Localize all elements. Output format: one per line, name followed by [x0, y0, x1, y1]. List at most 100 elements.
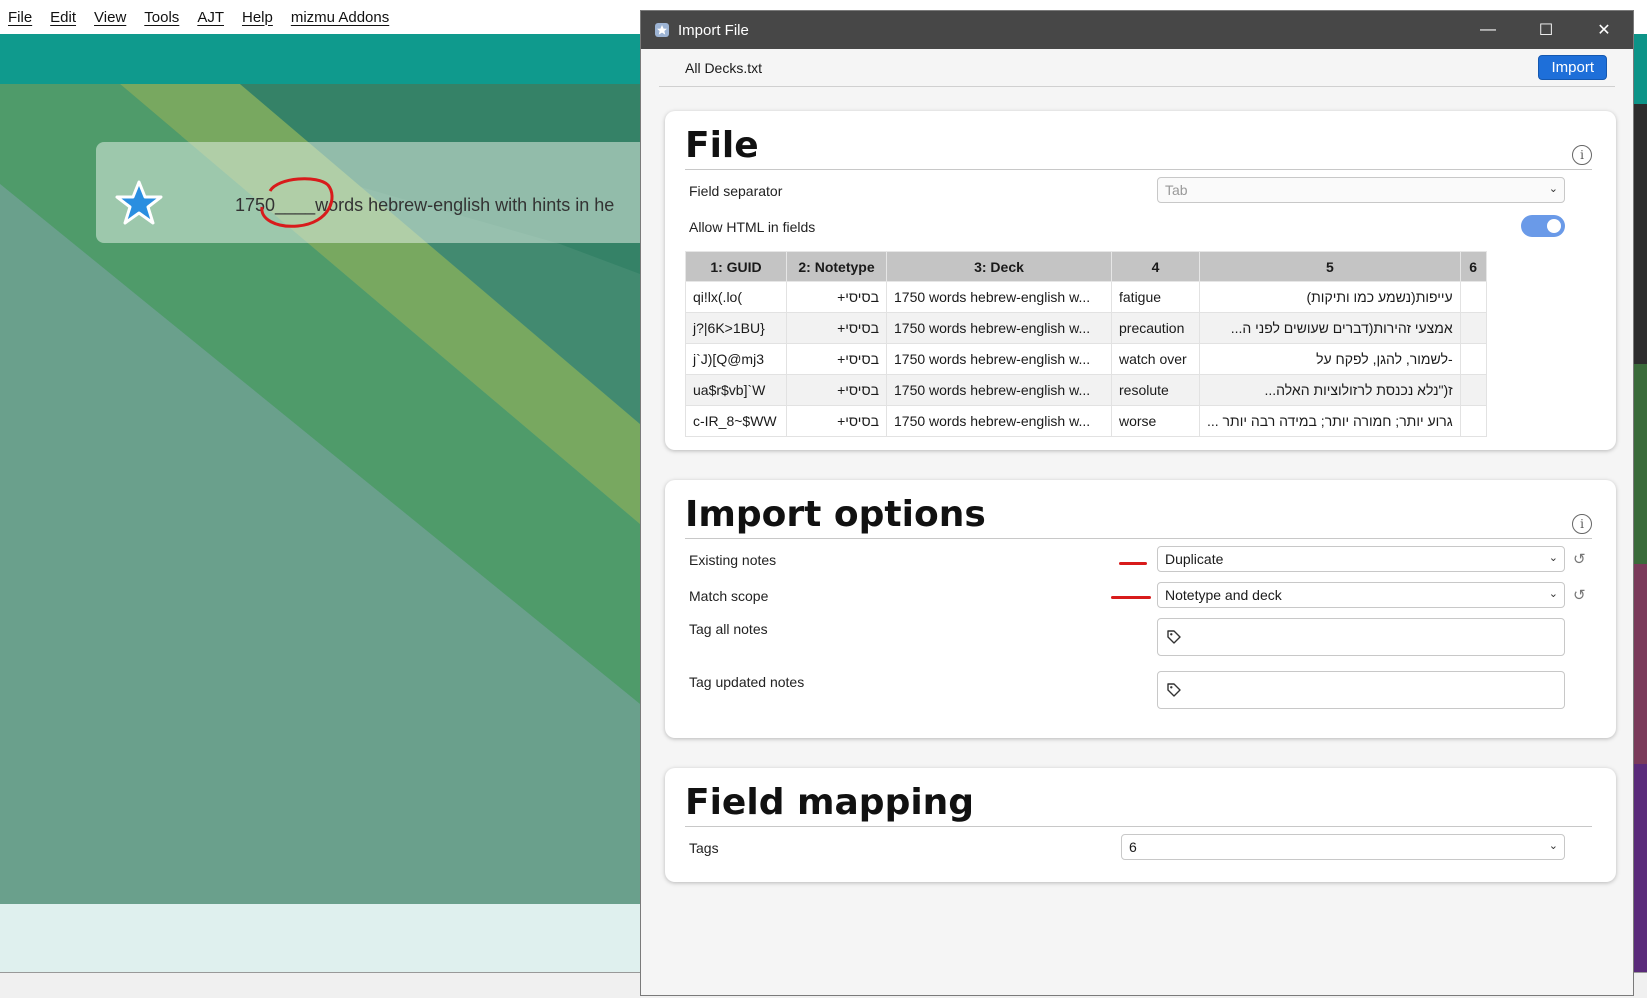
- match-scope-select[interactable]: Notetype and deck ⌄: [1157, 582, 1565, 608]
- revert-icon[interactable]: ↺: [1573, 586, 1586, 604]
- menu-view[interactable]: View: [94, 9, 126, 26]
- dialog-header: All Decks.txt Import: [659, 49, 1615, 87]
- table-cell: c-IR_8~$WW: [685, 405, 787, 437]
- table-cell: 1750 words hebrew-english w...: [886, 405, 1112, 437]
- chevron-down-icon: ⌄: [1548, 840, 1558, 852]
- table-row: j`J)[Q@mj3 בסיסי+ 1750 words hebrew-engl…: [685, 343, 1487, 375]
- chevron-down-icon: ⌄: [1548, 552, 1558, 564]
- dialog-title: Import File: [678, 21, 749, 39]
- table-cell: j`J)[Q@mj3: [685, 343, 787, 375]
- table-cell: j?|6K>1BU}: [685, 312, 787, 344]
- tag-updated-notes-label: Tag updated notes: [689, 674, 805, 690]
- existing-notes-value: Duplicate: [1165, 551, 1224, 567]
- column-header: 6: [1459, 251, 1487, 282]
- main-toolbar: [0, 34, 640, 84]
- table-cell: [1459, 281, 1487, 313]
- table-cell: בסיסי+: [786, 281, 887, 313]
- field-mapping-section: Field mapping Tags 6 ⌄: [665, 768, 1616, 882]
- table-row: ua$r$vb]`W בסיסי+ 1750 words hebrew-engl…: [685, 374, 1487, 406]
- existing-notes-label: Existing notes: [689, 552, 777, 568]
- tag-updated-notes-input[interactable]: [1157, 671, 1565, 709]
- table-cell: בסיסי+: [786, 343, 887, 375]
- table-cell: ז("נלא נכנסת לרזולוציות האלה...: [1199, 374, 1461, 406]
- table-cell: resolute: [1111, 374, 1200, 406]
- table-cell: עייפות(נשמע כמו ותיקות): [1199, 281, 1461, 313]
- column-header: 3: Deck: [886, 251, 1112, 282]
- table-cell: [1459, 343, 1487, 375]
- chevron-down-icon: ⌄: [1548, 588, 1558, 600]
- table-header-row: 1: GUID 2: Notetype 3: Deck 4 5 6: [685, 251, 1487, 282]
- table-cell: precaution: [1111, 312, 1200, 344]
- field-separator-value: Tab: [1165, 182, 1188, 198]
- menu-edit[interactable]: Edit: [50, 9, 76, 26]
- table-cell: ua$r$vb]`W: [685, 374, 787, 406]
- table-cell: בסיסי+: [786, 312, 887, 344]
- table-cell: qi!lx(.lo(: [685, 281, 787, 313]
- import-options-title: Import options: [685, 494, 986, 535]
- field-separator-select[interactable]: Tab ⌄: [1157, 177, 1565, 203]
- maximize-icon[interactable]: ☐: [1517, 11, 1575, 49]
- table-cell: worse: [1111, 405, 1200, 437]
- file-name: All Decks.txt: [685, 59, 763, 76]
- main-bottom-area: [0, 904, 640, 972]
- table-cell: -לשמור, להגן, לפקח על: [1199, 343, 1461, 375]
- file-preview-table: 1: GUID 2: Notetype 3: Deck 4 5 6 qi!lx(…: [685, 251, 1487, 437]
- table-cell: אמצעי זהירות(דברים שעושים לפני ה...: [1199, 312, 1461, 344]
- file-section-title: File: [685, 125, 759, 166]
- annotation-circle: [260, 177, 334, 228]
- menu-file[interactable]: File: [8, 9, 32, 26]
- import-dialog: Import File — ☐ ✕ All Decks.txt Import F…: [640, 10, 1634, 996]
- table-cell: watch over: [1111, 343, 1200, 375]
- dialog-titlebar: Import File — ☐ ✕: [641, 11, 1633, 49]
- table-cell: [1459, 374, 1487, 406]
- table-row: c-IR_8~$WW בסיסי+ 1750 words hebrew-engl…: [685, 405, 1487, 437]
- revert-icon[interactable]: ↺: [1573, 550, 1586, 568]
- file-section: File i Field separator Tab ⌄ Allow HTML …: [665, 111, 1616, 450]
- table-row: qi!lx(.lo( בסיסי+ 1750 words hebrew-engl…: [685, 281, 1487, 313]
- tags-mapping-value: 6: [1129, 839, 1137, 855]
- table-cell: בסיסי+: [786, 405, 887, 437]
- menu-mizmu-addons[interactable]: mizmu Addons: [291, 9, 389, 26]
- minimize-icon[interactable]: —: [1459, 11, 1517, 49]
- column-header: 5: [1199, 251, 1461, 282]
- table-row: j?|6K>1BU} בסיסי+ 1750 words hebrew-engl…: [685, 312, 1487, 344]
- table-cell: בסיסי+: [786, 374, 887, 406]
- chevron-down-icon: ⌄: [1548, 183, 1558, 195]
- deck-card[interactable]: [96, 142, 656, 243]
- tags-mapping-select[interactable]: 6 ⌄: [1121, 834, 1565, 860]
- menu-help[interactable]: Help: [242, 9, 273, 26]
- tag-all-notes-label: Tag all notes: [689, 621, 768, 637]
- tag-all-notes-input[interactable]: [1157, 618, 1565, 656]
- tag-icon: [1167, 630, 1181, 644]
- tags-mapping-label: Tags: [689, 840, 719, 856]
- table-cell: [1459, 312, 1487, 344]
- import-button[interactable]: Import: [1538, 55, 1607, 80]
- match-scope-label: Match scope: [689, 588, 769, 604]
- field-separator-label: Field separator: [689, 183, 783, 199]
- close-icon[interactable]: ✕: [1575, 11, 1633, 49]
- info-icon[interactable]: i: [1572, 145, 1592, 165]
- match-scope-value: Notetype and deck: [1165, 587, 1282, 603]
- table-cell: 1750 words hebrew-english w...: [886, 343, 1112, 375]
- menu-ajt[interactable]: AJT: [197, 9, 224, 26]
- allow-html-toggle[interactable]: [1521, 215, 1565, 237]
- table-cell: 1750 words hebrew-english w...: [886, 374, 1112, 406]
- table-cell: גרוע יותר; חמורה יותר; במידה רבה יותר ..…: [1199, 405, 1461, 437]
- menu-tools[interactable]: Tools: [144, 9, 179, 26]
- annotation-mark: [1111, 596, 1151, 599]
- allow-html-label: Allow HTML in fields: [689, 219, 816, 235]
- tag-icon: [1167, 683, 1181, 697]
- field-mapping-title: Field mapping: [685, 782, 975, 823]
- column-header: 1: GUID: [685, 251, 787, 282]
- anki-app-icon: [655, 23, 669, 37]
- table-cell: 1750 words hebrew-english w...: [886, 281, 1112, 313]
- column-header: 4: [1111, 251, 1200, 282]
- table-cell: fatigue: [1111, 281, 1200, 313]
- table-cell: [1459, 405, 1487, 437]
- background-window-edge: [1634, 34, 1647, 972]
- column-header: 2: Notetype: [786, 251, 887, 282]
- existing-notes-select[interactable]: Duplicate ⌄: [1157, 546, 1565, 572]
- anki-star-icon: [115, 180, 163, 225]
- table-cell: 1750 words hebrew-english w...: [886, 312, 1112, 344]
- info-icon[interactable]: i: [1572, 514, 1592, 534]
